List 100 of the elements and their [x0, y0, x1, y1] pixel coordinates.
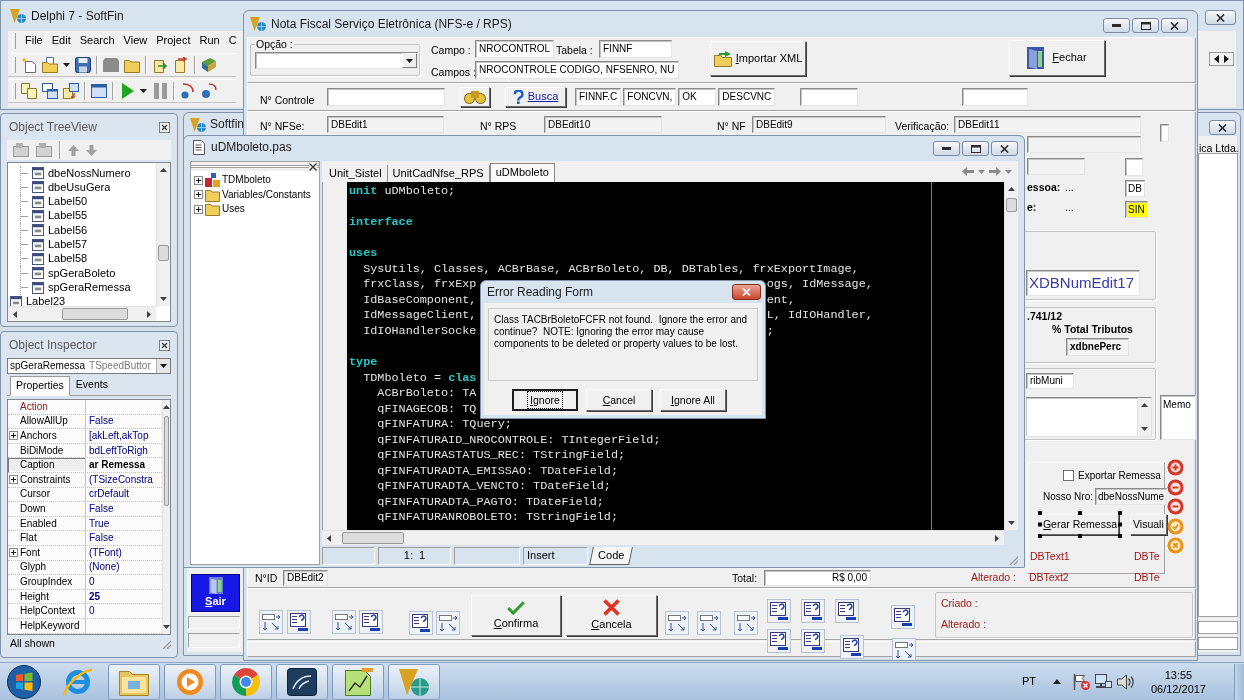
- folder-icon[interactable]: [124, 57, 140, 73]
- dot-arc-icon[interactable]: [201, 83, 217, 99]
- tree-item[interactable]: spGeraBoleto: [48, 266, 116, 280]
- scroll-thumb[interactable]: [158, 245, 169, 261]
- cube-icon[interactable]: [201, 57, 217, 73]
- menu-item[interactable]: View: [123, 34, 148, 48]
- input-field[interactable]: [1198, 637, 1238, 650]
- document-question-icon[interactable]: [409, 611, 433, 635]
- import-button[interactable]: Importar XML: [710, 41, 806, 76]
- scroll-thumb[interactable]: [342, 532, 404, 544]
- input-field[interactable]: SIN: [1125, 201, 1148, 218]
- down-arrow-icon[interactable]: [1008, 521, 1015, 525]
- memo-field[interactable]: [1026, 397, 1152, 437]
- confirm-button[interactable]: Confirma: [471, 595, 561, 636]
- list-arrows-icon[interactable]: [259, 610, 283, 634]
- scroll-thumb[interactable]: [62, 308, 128, 320]
- expand-icon[interactable]: [194, 204, 203, 214]
- input-field[interactable]: dbeNossNume: [1095, 488, 1168, 505]
- tree-item[interactable]: Uses: [222, 203, 245, 216]
- flag-icon[interactable]: [1072, 673, 1090, 690]
- property-row[interactable]: Constraints (TSizeConstra: [8, 472, 162, 488]
- input-field[interactable]: [1125, 158, 1143, 176]
- language-indicator[interactable]: PT: [1021, 674, 1036, 689]
- list-arrows-icon[interactable]: [734, 611, 758, 635]
- close-button[interactable]: [1209, 120, 1236, 135]
- expand-icon[interactable]: [194, 190, 203, 200]
- maximize-button[interactable]: [962, 141, 989, 156]
- close-button[interactable]: [1205, 10, 1236, 25]
- input-field[interactable]: R$ 0,00: [764, 570, 871, 586]
- document-question-icon[interactable]: [840, 635, 864, 659]
- dialog-button[interactable]: Ignore All: [660, 389, 726, 411]
- close-icon[interactable]: [159, 121, 170, 133]
- up-arrow-icon[interactable]: [163, 405, 170, 409]
- list-arrows-icon[interactable]: [332, 610, 356, 634]
- tree-item[interactable]: dbeUsuGera: [48, 180, 111, 195]
- menu-item[interactable]: Edit: [51, 34, 71, 48]
- close-icon[interactable]: [309, 162, 317, 171]
- exit-button[interactable]: Sair: [191, 574, 240, 612]
- list-arrows-icon[interactable]: [436, 611, 460, 635]
- right-arrow-icon[interactable]: [995, 534, 999, 542]
- checkbox[interactable]: [1063, 470, 1074, 481]
- document-question-icon[interactable]: [287, 610, 311, 634]
- left-arrow-icon[interactable]: [13, 310, 17, 318]
- input-field[interactable]: FINNF.C: [575, 88, 622, 106]
- down-arrow-icon[interactable]: [1141, 427, 1148, 431]
- list-arrows-icon[interactable]: [892, 638, 916, 660]
- minus-circle-icon[interactable]: [1167, 479, 1184, 496]
- minimize-button[interactable]: [933, 141, 960, 156]
- up-arrow-icon[interactable]: [160, 168, 167, 172]
- resize-grip-icon[interactable]: [1008, 555, 1018, 565]
- tree-item[interactable]: Variables/Constants: [222, 188, 311, 201]
- property-row[interactable]: Font (TFont): [8, 545, 162, 561]
- list-arrows-icon[interactable]: [665, 611, 689, 635]
- menu-item[interactable]: C: [228, 34, 237, 48]
- windows-icon[interactable]: [63, 83, 79, 99]
- caret-icon[interactable]: [140, 89, 147, 93]
- clock-date[interactable]: 06/12/2017: [1150, 681, 1206, 696]
- menu-item[interactable]: File: [25, 34, 43, 48]
- minus-circle-icon[interactable]: [1167, 498, 1184, 515]
- input-field[interactable]: Memo: [1160, 395, 1196, 440]
- tree-item[interactable]: Label23: [26, 295, 66, 306]
- tree-item[interactable]: Label58: [48, 252, 88, 266]
- tree-item[interactable]: Label55: [48, 209, 88, 223]
- list-arrows-icon[interactable]: [697, 611, 721, 635]
- file-tab[interactable]: uDMboleto: [489, 162, 555, 182]
- input-field[interactable]: [962, 88, 1028, 106]
- input-field[interactable]: XDBNumEdit17: [1026, 270, 1140, 296]
- scroll-thumb[interactable]: [164, 416, 169, 506]
- input-field[interactable]: NROCONTROL: [475, 40, 555, 58]
- tree-item[interactable]: dbeNossNumero: [48, 166, 131, 180]
- dialog-button[interactable]: Cancel: [586, 389, 652, 411]
- scrollbar[interactable]: [156, 163, 170, 306]
- tree-item[interactable]: spGeraRemessa: [48, 280, 131, 295]
- check-circle-icon[interactable]: [1167, 518, 1184, 535]
- view-button[interactable]: Visuali: [1130, 514, 1167, 535]
- up-arrow-icon[interactable]: [1141, 403, 1148, 407]
- minimize-button[interactable]: [1103, 18, 1130, 33]
- input-field[interactable]: [327, 88, 445, 106]
- scrollbar[interactable]: [8, 306, 156, 321]
- floppy-icon[interactable]: [75, 57, 91, 73]
- tree-item[interactable]: Label56: [48, 223, 88, 237]
- scrollbar[interactable]: [162, 400, 170, 634]
- taskbar-button[interactable]: [276, 663, 328, 700]
- down-arrow-icon[interactable]: [163, 625, 170, 629]
- tab[interactable]: Events: [69, 375, 114, 395]
- input-field[interactable]: DBEdit1: [327, 116, 444, 133]
- close-button[interactable]: [1161, 18, 1188, 33]
- plus-circle-icon[interactable]: [1167, 459, 1184, 476]
- scroll-thumb[interactable]: [1006, 198, 1017, 212]
- tree-item[interactable]: TDMboleto: [222, 174, 271, 187]
- scrollbar[interactable]: [1137, 398, 1151, 436]
- input-field[interactable]: FINNF: [599, 40, 672, 58]
- input-field[interactable]: DESCVNC: [718, 88, 776, 106]
- back-arrow-icon[interactable]: [962, 167, 974, 176]
- document-question-icon[interactable]: [767, 629, 791, 653]
- property-row[interactable]: Anchors [akLeft,akTop: [8, 429, 162, 444]
- close-button[interactable]: [732, 284, 761, 300]
- document-question-icon[interactable]: [767, 599, 791, 623]
- up-arrow-icon[interactable]: [1052, 679, 1061, 684]
- input-field[interactable]: ribMuni: [1026, 373, 1074, 389]
